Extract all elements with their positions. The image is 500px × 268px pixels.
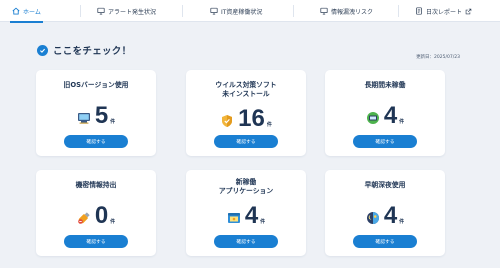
card-antivirus: ウイルス対策ソフト 未インストール 16 件 確認する — [186, 70, 306, 156]
home-icon — [12, 7, 20, 15]
nav-tab-daily-report[interactable]: 日次レポート — [415, 0, 472, 22]
card-count: 5 — [94, 102, 109, 129]
card-count: 0 — [94, 202, 109, 229]
idle-device-icon — [366, 112, 379, 124]
card-title: 早朝深夜使用 — [364, 181, 406, 189]
nav-divider — [293, 5, 294, 17]
card-old-os: 旧OSバージョン使用 5 件 確認する — [36, 70, 156, 156]
nav-divider — [80, 5, 81, 17]
monitor-icon — [320, 7, 328, 15]
monitor-icon — [97, 7, 105, 15]
card-stat: 5 件 — [36, 102, 156, 129]
section-heading: ここをチェック！ — [37, 43, 131, 57]
confirm-button[interactable]: 確認する — [214, 235, 278, 248]
card-unit: 件 — [260, 219, 266, 225]
nav-divider — [398, 5, 399, 17]
card-count: 4 — [383, 202, 398, 229]
card-count: 16 — [238, 105, 265, 132]
confirm-button[interactable]: 確認する — [353, 135, 417, 148]
nav-tab-daily-report-label: 日次レポート — [426, 8, 463, 16]
nav-tab-leak-risk[interactable]: 情報漏洩リスク — [320, 0, 373, 22]
confirm-button[interactable]: 確認する — [64, 135, 128, 148]
day-night-icon — [366, 212, 379, 224]
card-unit: 件 — [110, 119, 116, 125]
nav-tab-it-assets-label: IT資産稼働状況 — [221, 8, 263, 16]
updated-date: 更新日：2025/07/23 — [416, 55, 460, 60]
nav-tab-home-label: ホーム — [23, 8, 41, 16]
external-link-icon — [465, 8, 472, 14]
card-unit: 件 — [399, 119, 405, 125]
card-new-apps: 新稼働 アプリケーション 4 件 確認する — [186, 170, 306, 256]
card-stat: 0 件 — [36, 202, 156, 229]
card-title: 新稼働 アプリケーション — [218, 178, 274, 195]
app-window-icon — [227, 213, 240, 223]
card-stat: 16 件 — [186, 105, 306, 132]
confirm-button[interactable]: 確認する — [214, 135, 278, 148]
confirm-button[interactable]: 確認する — [353, 235, 417, 248]
card-title: 旧OSバージョン使用 — [63, 81, 129, 89]
card-unit: 件 — [266, 122, 272, 128]
card-title: 長期間未稼働 — [364, 81, 406, 89]
document-icon — [416, 7, 422, 15]
card-off-hours: 早朝深夜使用 4 件 確認する — [325, 170, 445, 256]
card-title: 機密情報持出 — [75, 181, 117, 189]
shield-icon — [222, 115, 233, 127]
card-count: 4 — [383, 102, 398, 129]
card-long-idle: 長期間未稼働 4 件 確認する — [325, 70, 445, 156]
nav-tab-alerts-label: アラート発生状況 — [108, 8, 157, 16]
page-title: ここをチェック！ — [53, 46, 132, 57]
nav-divider — [182, 5, 183, 17]
card-unit: 件 — [399, 219, 405, 225]
nav-tab-alerts[interactable]: アラート発生状況 — [97, 0, 156, 22]
computer-icon — [77, 113, 90, 124]
card-data-exfil: 機密情報持出 0 件 確認する — [36, 170, 156, 256]
card-title: ウイルス対策ソフト 未インストール — [215, 81, 277, 98]
usb-icon — [78, 212, 90, 224]
card-unit: 件 — [110, 219, 116, 225]
nav-tab-it-assets[interactable]: IT資産稼働状況 — [210, 0, 262, 22]
card-stat: 4 件 — [325, 102, 445, 129]
nav-tab-leak-risk-label: 情報漏洩リスク — [331, 8, 374, 16]
card-stat: 4 件 — [186, 202, 306, 229]
card-stat: 4 件 — [325, 202, 445, 229]
nav-tab-home[interactable]: ホーム — [10, 0, 43, 23]
top-nav: ホーム アラート発生状況 IT資産稼働状況 情報漏洩リスク 日次レポート — [0, 0, 500, 23]
confirm-button[interactable]: 確認する — [64, 235, 128, 248]
check-circle-icon — [37, 44, 48, 56]
card-count: 4 — [244, 202, 259, 229]
monitor-icon — [210, 7, 218, 15]
